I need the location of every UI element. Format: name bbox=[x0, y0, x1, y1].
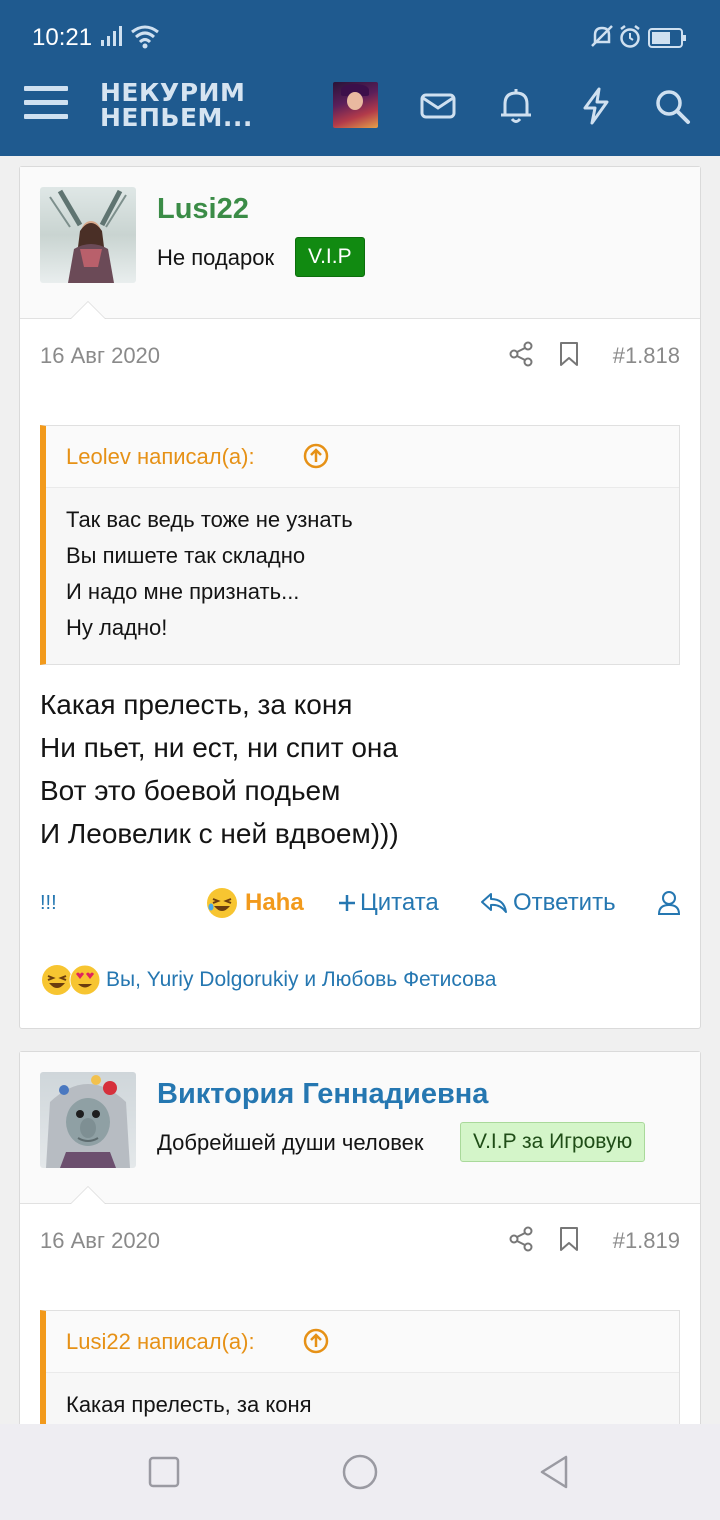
status-time: 10:21 bbox=[32, 24, 93, 51]
quote-line: Ну ладно! bbox=[66, 615, 168, 640]
user-title: Добрейшей души человек bbox=[157, 1130, 424, 1155]
quote-button[interactable]: Цитата bbox=[360, 883, 439, 923]
share-icon[interactable] bbox=[508, 1226, 534, 1252]
post-date[interactable]: 16 Авг 2020 bbox=[40, 1228, 160, 1254]
message-line: Вот это боевой подьем bbox=[40, 775, 341, 806]
alarm-icon bbox=[620, 25, 640, 48]
wifi-icon bbox=[131, 25, 159, 49]
app-header: 10:21 НЕКУРИМ НЕПЬЕМ... bbox=[0, 0, 720, 156]
post: Lusi22 Не подарок V.I.P 16 Авг 2020 #1.8… bbox=[19, 166, 701, 1029]
lightning-icon[interactable] bbox=[576, 86, 616, 126]
bookmark-icon[interactable] bbox=[556, 1226, 582, 1252]
post-date[interactable]: 16 Авг 2020 bbox=[40, 343, 160, 369]
message-line: И Леовелик с ней вдвоем))) bbox=[40, 818, 399, 849]
signal-icon bbox=[101, 26, 122, 46]
report-button[interactable]: !!! bbox=[40, 883, 57, 923]
battery-icon bbox=[648, 28, 686, 48]
heart-eyes-emoji-icon bbox=[69, 964, 101, 996]
back-icon[interactable] bbox=[536, 1454, 572, 1490]
quote-line: Так вас ведь тоже не узнать bbox=[66, 507, 353, 532]
plus-icon[interactable] bbox=[337, 893, 357, 913]
post-author-block: Виктория Геннадиевна Добрейшей души чело… bbox=[20, 1052, 700, 1204]
reactions-bar[interactable]: Вы, Yuriy Dolgorukiy и Любовь Фетисова bbox=[40, 963, 680, 999]
menu-icon[interactable] bbox=[24, 86, 68, 126]
message-line: Ни пьет, ни ест, ни спит она bbox=[40, 732, 398, 763]
username[interactable]: Виктория Геннадиевна bbox=[157, 1078, 488, 1111]
logo-line-2: НЕПЬЕМ... bbox=[100, 103, 253, 132]
mail-icon[interactable] bbox=[418, 86, 458, 126]
user-avatar[interactable] bbox=[40, 187, 136, 283]
bell-icon[interactable] bbox=[496, 86, 536, 126]
quote-header: Lusi22 написал(а): bbox=[46, 1311, 679, 1373]
laughing-emoji-icon[interactable] bbox=[206, 887, 238, 919]
username[interactable]: Lusi22 bbox=[157, 193, 249, 226]
recent-apps-icon[interactable] bbox=[146, 1454, 182, 1490]
post-message: Какая прелесть, за коня Ни пьет, ни ест,… bbox=[40, 683, 399, 855]
bell-off-icon bbox=[591, 25, 613, 47]
reply-button[interactable]: Ответить bbox=[513, 883, 616, 923]
arrow-up-circle-icon[interactable] bbox=[302, 1327, 330, 1355]
search-icon[interactable] bbox=[652, 86, 692, 126]
vip-game-badge: V.I.P за Игровую bbox=[460, 1122, 646, 1162]
quote-author[interactable]: Leolev написал(а): bbox=[66, 444, 255, 470]
site-logo[interactable]: НЕКУРИМ НЕПЬЕМ... bbox=[100, 80, 253, 130]
reaction-haha-button[interactable]: Haha bbox=[245, 883, 304, 923]
arrow-up-circle-icon[interactable] bbox=[302, 442, 330, 470]
reply-icon[interactable] bbox=[480, 891, 508, 915]
quote-line: Какая прелесть, за коня bbox=[66, 1392, 312, 1417]
quote-block: Lusi22 написал(а): Какая прелесть, за ко… bbox=[40, 1310, 680, 1442]
post-meta: 16 Авг 2020 #1.819 bbox=[20, 1204, 700, 1280]
logo-line-1: НЕКУРИМ bbox=[100, 78, 246, 107]
post-author-block: Lusi22 Не подарок V.I.P bbox=[20, 167, 700, 319]
avatar[interactable] bbox=[333, 82, 378, 128]
quote-body: Так вас ведь тоже не узнать Вы пишете та… bbox=[46, 488, 679, 664]
post-meta: 16 Авг 2020 #1.818 bbox=[20, 319, 700, 395]
author-notch bbox=[70, 1186, 106, 1204]
quote-line: Вы пишете так складно bbox=[66, 543, 306, 568]
reactions-users[interactable]: Вы, Yuriy Dolgorukiy и Любовь Фетисова bbox=[106, 968, 496, 992]
post: Виктория Геннадиевна Добрейшей души чело… bbox=[19, 1051, 701, 1471]
post-actions: !!! Haha Цитата Ответить bbox=[20, 883, 702, 923]
home-icon[interactable] bbox=[340, 1454, 380, 1494]
user-icon[interactable] bbox=[656, 890, 682, 916]
share-icon[interactable] bbox=[508, 341, 534, 367]
status-bar: 10:21 bbox=[0, 0, 720, 76]
bookmark-icon[interactable] bbox=[556, 341, 582, 367]
post-number[interactable]: #1.819 bbox=[613, 1228, 680, 1254]
quote-header: Leolev написал(а): bbox=[46, 426, 679, 488]
quote-line: И надо мне признать... bbox=[66, 579, 300, 604]
vip-badge: V.I.P bbox=[295, 237, 365, 277]
message-line: Какая прелесть, за коня bbox=[40, 689, 353, 720]
nav-header: НЕКУРИМ НЕПЬЕМ... bbox=[0, 76, 720, 156]
author-notch bbox=[70, 301, 106, 319]
quote-block: Leolev написал(а): Так вас ведь тоже не … bbox=[40, 425, 680, 665]
quote-author[interactable]: Lusi22 написал(а): bbox=[66, 1329, 255, 1355]
user-title: Не подарок bbox=[157, 245, 275, 270]
post-number[interactable]: #1.818 bbox=[613, 343, 680, 369]
system-nav-bar bbox=[0, 1424, 720, 1520]
user-avatar[interactable] bbox=[40, 1072, 136, 1168]
